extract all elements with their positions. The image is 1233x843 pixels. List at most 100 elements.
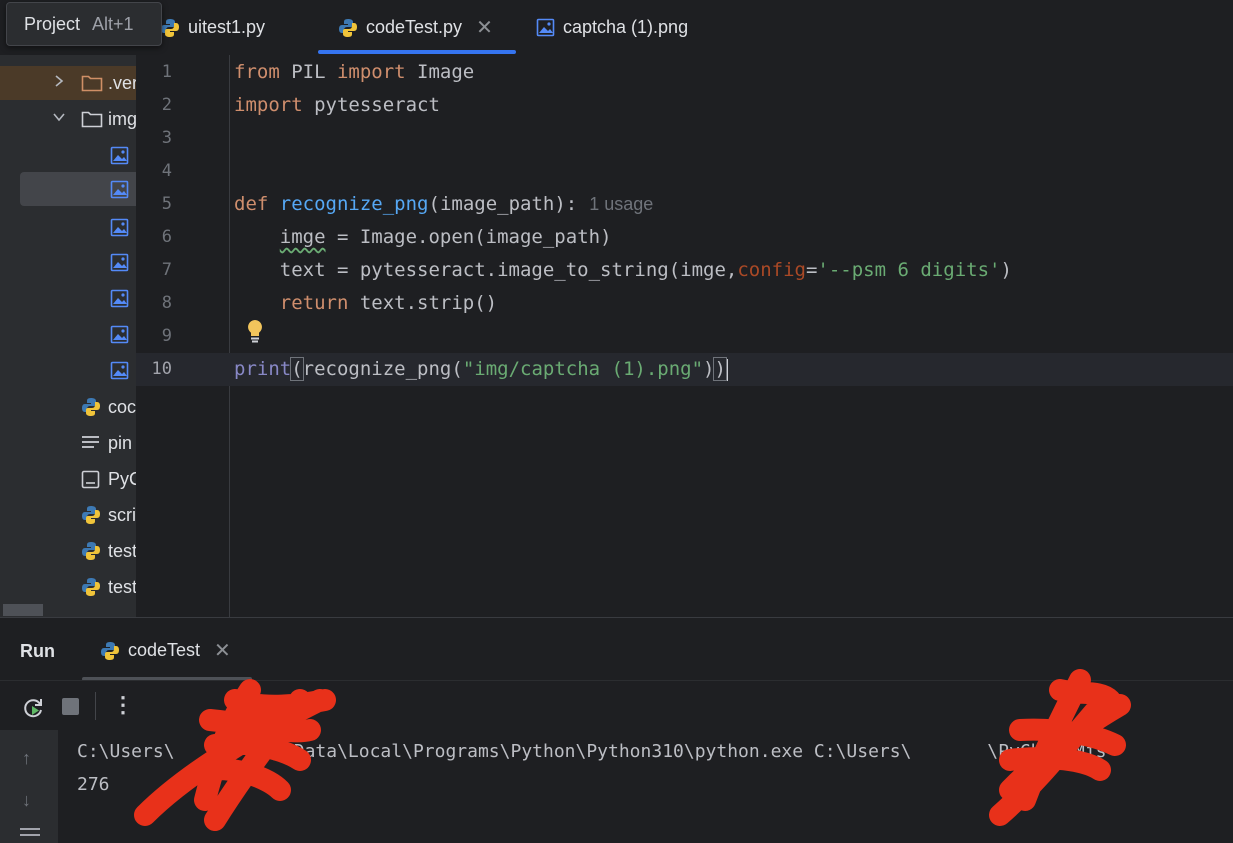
run-tool-window: Run codeTest ✕ ⋮ ↑ ↓ C:\Users\ \AppData\… — [0, 617, 1233, 843]
python-file-icon — [81, 505, 101, 525]
folder-icon — [81, 110, 103, 128]
tree-item-image[interactable] — [0, 138, 136, 172]
tab-codetest[interactable]: codeTest.py ✕ — [318, 0, 516, 55]
matched-bracket: ) — [713, 357, 727, 381]
code-line[interactable]: 4 — [136, 155, 1233, 188]
keyword: import — [336, 61, 406, 83]
document-icon — [81, 470, 100, 489]
code-line[interactable]: 5 def recognize_png(image_path): 1 usage — [136, 188, 1233, 221]
image-file-icon — [536, 18, 555, 37]
folder-icon — [81, 74, 103, 92]
tab-uitest1[interactable]: uitest1.py — [160, 0, 265, 55]
tab-captcha-png[interactable]: captcha (1).png — [536, 0, 688, 55]
line-number: 4 — [161, 161, 172, 181]
image-file-icon — [110, 289, 129, 308]
code-text: ) — [703, 358, 715, 380]
tree-item-python[interactable]: test — [0, 570, 136, 604]
line-number: 10 — [151, 359, 172, 379]
tree-item-image[interactable] — [0, 210, 136, 244]
code-line[interactable]: 9 — [136, 320, 1233, 353]
code-text: ) — [1000, 259, 1012, 281]
line-number: 6 — [161, 227, 172, 247]
tooltip-shortcut: Alt+1 — [92, 13, 134, 34]
image-file-icon — [110, 253, 129, 272]
tree-item-label: img — [108, 108, 136, 129]
python-file-icon — [100, 641, 120, 661]
tree-scrollbar[interactable] — [3, 604, 43, 616]
tree-item-image-selected[interactable] — [20, 172, 136, 206]
code-line[interactable]: 7 text = pytesseract.image_to_string(img… — [136, 254, 1233, 287]
project-tree: .ver img coc pin PyC scri test test — [0, 55, 136, 617]
tree-item-label: scri — [108, 504, 136, 525]
tree-item-python[interactable]: scri — [0, 498, 136, 532]
image-file-icon — [110, 361, 129, 380]
tooltip-label: Project — [24, 13, 81, 34]
text-file-icon — [81, 434, 101, 452]
soft-wrap-icon[interactable] — [20, 828, 40, 840]
tree-item-python[interactable]: coc — [0, 390, 136, 424]
tree-item-label: PyC — [108, 468, 136, 489]
python-file-icon — [338, 18, 358, 38]
lightbulb-icon[interactable] — [244, 318, 266, 349]
usage-hint[interactable]: 1 usage — [589, 194, 653, 214]
tree-item-image[interactable] — [0, 353, 136, 387]
code-line[interactable]: 1 from PIL import Image — [136, 56, 1233, 89]
run-tab-label: codeTest — [128, 640, 201, 660]
line-number: 2 — [161, 95, 172, 115]
arrow-up-icon[interactable]: ↑ — [22, 748, 31, 769]
tree-item-label: coc — [108, 396, 136, 417]
tree-item-image[interactable] — [0, 317, 136, 351]
chevron-right-icon[interactable] — [53, 74, 65, 93]
python-file-icon — [81, 577, 101, 597]
variable-typo-warning: imge — [279, 226, 326, 248]
tree-item-label: test — [108, 576, 136, 597]
chevron-down-icon[interactable] — [52, 110, 66, 128]
image-file-icon — [110, 180, 129, 199]
code-line[interactable]: 2 import pytesseract — [136, 89, 1233, 122]
module-name: pytesseract — [302, 94, 440, 116]
console-output-line: 276 — [77, 774, 110, 795]
function-name: recognize_png — [279, 193, 429, 215]
text-caret — [725, 358, 728, 381]
more-options-icon[interactable]: ⋮ — [112, 692, 134, 718]
python-file-icon — [160, 18, 180, 38]
string-literal: "img/captcha (1).png" — [462, 358, 704, 380]
tab-label: codeTest.py — [366, 17, 463, 37]
code-text: = Image.open(image_path) — [325, 226, 612, 248]
tree-item-image[interactable] — [0, 245, 136, 279]
line-number: 1 — [161, 62, 172, 82]
tree-item-document[interactable]: PyC — [0, 462, 136, 496]
close-icon[interactable]: ✕ — [214, 638, 231, 663]
stop-button[interactable] — [62, 698, 79, 715]
tree-item-image[interactable] — [0, 281, 136, 315]
divider — [95, 692, 96, 720]
image-file-icon — [110, 325, 129, 344]
arrow-down-icon[interactable]: ↓ — [22, 790, 31, 811]
code-line[interactable]: 3 — [136, 122, 1233, 155]
line-number: 5 — [161, 194, 172, 214]
line-number: 7 — [161, 260, 172, 280]
rerun-icon[interactable] — [22, 696, 46, 725]
keyword: from — [234, 61, 280, 83]
tree-item-folder[interactable]: .ver — [0, 66, 136, 100]
tree-item-label: test — [108, 540, 136, 561]
code-line-current[interactable]: 10 print(recognize_png("img/captcha (1).… — [136, 353, 1233, 386]
tree-item-python[interactable]: test — [0, 534, 136, 568]
tree-item-text[interactable]: pin — [0, 426, 136, 460]
tree-item-folder[interactable]: img — [0, 102, 136, 136]
module-name: PIL — [279, 61, 337, 83]
keyword: def — [234, 193, 269, 215]
import-name: Image — [405, 61, 475, 83]
tab-label: uitest1.py — [188, 17, 266, 37]
line-number: 9 — [161, 326, 172, 346]
run-config-tab[interactable]: codeTest ✕ — [100, 638, 231, 663]
tree-item-label: .ver — [108, 72, 136, 93]
builtin-function: print — [234, 358, 292, 380]
code-line[interactable]: 8 return text.strip() — [136, 287, 1233, 320]
code-line[interactable]: 6 imge = Image.open(image_path) — [136, 221, 1233, 254]
editor-tab-bar: uitest1.py codeTest.py ✕ captcha (1).png — [0, 0, 1233, 56]
close-icon[interactable]: ✕ — [476, 15, 493, 40]
divider — [0, 680, 1233, 681]
